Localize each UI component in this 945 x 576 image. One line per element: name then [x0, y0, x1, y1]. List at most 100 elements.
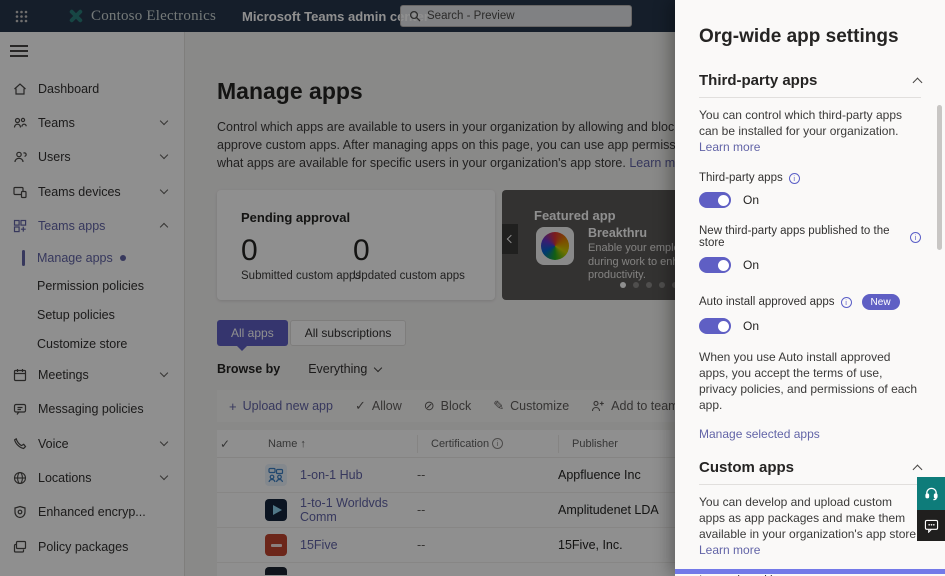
custom-apps-description: You can develop and upload custom apps a… — [699, 494, 921, 558]
column-name[interactable]: Name ↑ — [265, 438, 417, 450]
pending-approval-title: Pending approval — [241, 210, 495, 225]
chat-icon — [12, 401, 29, 418]
sidebar-item-customize-store[interactable]: Customize store — [0, 333, 185, 355]
carousel-dot[interactable] — [633, 282, 639, 288]
sidebar-item-teams-devices[interactable]: Teams devices — [0, 181, 185, 203]
manage-selected-apps-link[interactable]: Manage selected apps — [699, 427, 820, 441]
sidebar-item-setup-policies[interactable]: Setup policies — [0, 304, 185, 326]
carousel-dot[interactable] — [646, 282, 652, 288]
tab-all-apps[interactable]: All apps — [217, 320, 288, 346]
headset-icon — [924, 486, 939, 501]
section-custom-apps[interactable]: Custom apps — [699, 459, 921, 485]
browse-by-dropdown[interactable]: Everything — [308, 362, 381, 376]
people-icon — [591, 400, 605, 412]
learn-more-link[interactable]: Learn more — [699, 543, 760, 557]
panel-title: Org-wide app settings — [699, 26, 921, 48]
panel-scrollbar[interactable] — [937, 105, 942, 250]
nav-collapse-hamburger-icon[interactable] — [10, 45, 28, 57]
sidebar-item-teams[interactable]: Teams — [0, 112, 185, 134]
sidebar-item-meetings[interactable]: Meetings — [0, 364, 185, 386]
info-icon[interactable]: i — [789, 173, 800, 184]
sidebar-item-locations[interactable]: Locations — [0, 467, 185, 489]
apps-grid-icon — [12, 218, 29, 235]
feedback-chat-button[interactable] — [917, 510, 945, 541]
featured-app-name: Breakthru — [588, 226, 647, 240]
toggle-label-third-party-apps: Third-party appsi — [699, 172, 921, 184]
chat-bubble-icon — [924, 519, 939, 533]
help-support-button[interactable] — [917, 477, 945, 510]
block-button[interactable]: ⊘Block — [424, 398, 471, 414]
updated-custom-apps-stat: 0 Updated custom apps — [353, 234, 465, 282]
customize-button[interactable]: ✎Customize — [493, 398, 569, 414]
notification-dot — [120, 255, 126, 261]
breakthru-app-icon — [536, 227, 574, 265]
browse-by-row: Browse by Everything — [217, 362, 381, 376]
section-third-party-apps[interactable]: Third-party apps — [699, 72, 921, 98]
chevron-down-icon — [160, 151, 168, 159]
stack-icon — [12, 539, 29, 556]
app-name-link[interactable]: 15Five — [300, 538, 338, 552]
sidebar-item-messaging-policies[interactable]: Messaging policies — [0, 398, 185, 420]
sidebar-item-permission-policies[interactable]: Permission policies — [0, 275, 185, 297]
info-icon[interactable]: i — [492, 438, 503, 449]
app-icon — [265, 567, 287, 575]
page-title: Manage apps — [217, 78, 363, 105]
carousel-prev-button[interactable] — [502, 224, 518, 254]
search-placeholder: Search - Preview — [427, 10, 515, 22]
sidebar-item-manage-apps[interactable]: Manage apps — [0, 247, 185, 269]
app-icon-15five — [265, 534, 287, 556]
new-badge: New — [862, 294, 900, 310]
browse-by-label: Browse by — [217, 362, 280, 376]
select-all-check-icon[interactable]: ✓ — [217, 437, 265, 451]
third-party-apps-toggle[interactable] — [699, 192, 731, 208]
column-certification[interactable]: Certification i — [417, 435, 558, 453]
chevron-down-icon — [160, 438, 168, 446]
search-input[interactable]: Search - Preview — [400, 5, 632, 27]
sidebar-item-users[interactable]: Users — [0, 146, 185, 168]
phone-icon — [12, 436, 29, 453]
sidebar-item-dashboard[interactable]: Dashboard — [0, 78, 185, 100]
app-name-link[interactable]: 1-on-1 Hub — [300, 468, 363, 482]
devices-icon — [12, 184, 29, 201]
shield-icon — [12, 504, 29, 521]
carousel-dot-active[interactable] — [620, 282, 626, 288]
left-nav: Dashboard Teams Users Teams devices Team… — [0, 32, 185, 576]
tab-all-subscriptions[interactable]: All subscriptions — [290, 320, 407, 346]
calendar-icon — [12, 367, 29, 384]
sidebar-item-teams-apps[interactable]: Teams apps — [0, 215, 185, 237]
carousel-dot[interactable] — [659, 282, 665, 288]
upload-new-app-button[interactable]: +Upload new app — [229, 399, 333, 414]
chevron-up-icon — [160, 223, 168, 231]
info-icon[interactable]: i — [910, 232, 921, 243]
chevron-up-icon — [913, 465, 923, 475]
user-icon — [12, 149, 29, 166]
panel-accent-bar — [675, 569, 945, 574]
auto-install-toggle[interactable] — [699, 318, 731, 334]
carousel-dots — [620, 282, 678, 288]
app-name-link[interactable]: 1-to-1 Worldvds Comm — [300, 496, 417, 524]
contoso-logo-icon — [68, 8, 84, 24]
app-icon-1-to-1 — [265, 499, 287, 521]
sidebar-item-voice[interactable]: Voice — [0, 433, 185, 455]
add-to-team-button[interactable]: Add to team — [591, 399, 678, 413]
info-icon[interactable]: i — [841, 297, 852, 308]
home-icon — [12, 81, 29, 98]
app-icon-1-on-1-hub — [265, 464, 287, 486]
app-launcher-waffle-icon[interactable] — [15, 10, 28, 23]
screen: Contoso Electronics Microsoft Teams admi… — [0, 0, 945, 576]
apps-tabs: All apps All subscriptions — [217, 320, 406, 346]
pending-approval-card: Pending approval 0 Submitted custom apps… — [217, 190, 495, 300]
chevron-down-icon — [160, 186, 168, 194]
edit-icon: ✎ — [493, 398, 504, 414]
globe-icon — [12, 470, 29, 487]
tenant-brand: Contoso Electronics — [68, 8, 216, 25]
block-icon: ⊘ — [424, 398, 435, 414]
new-third-party-apps-toggle[interactable] — [699, 257, 731, 273]
search-icon — [409, 10, 421, 22]
selected-indicator — [22, 250, 25, 266]
allow-button[interactable]: ✓Allow — [355, 398, 402, 414]
sidebar-item-policy-packages[interactable]: Policy packages — [0, 536, 185, 558]
sidebar-item-enhanced-encryption[interactable]: Enhanced encryp... — [0, 501, 185, 523]
org-wide-app-settings-panel: Org-wide app settings Third-party apps Y… — [675, 0, 945, 576]
learn-more-link[interactable]: Learn more — [699, 140, 760, 154]
